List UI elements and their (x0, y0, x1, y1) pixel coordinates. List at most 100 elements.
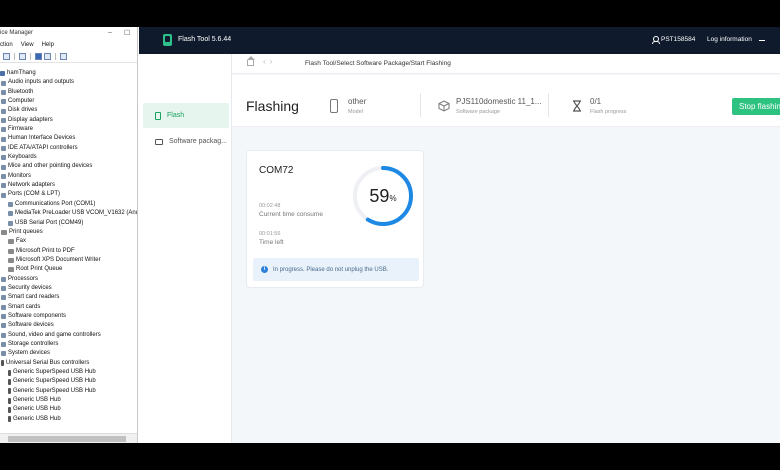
tree-node-label: Universal Serial Bus controllers (6, 359, 90, 366)
tree-node[interactable]: Generic USB Hub (0, 415, 137, 424)
tree-node[interactable]: Human Interface Devices (0, 134, 137, 143)
back-forward-arrows[interactable]: ‹› (263, 57, 276, 66)
home-icon[interactable] (247, 56, 255, 66)
tree-node-label: Ports (COM & LPT) (8, 191, 61, 198)
time-consumed-value: 00:02:48 (259, 203, 281, 209)
log-information-link[interactable]: Log information (707, 36, 752, 43)
tree-node[interactable]: Display adapters (0, 116, 137, 125)
tree-node[interactable]: Bluetooth (0, 88, 137, 97)
tree-node[interactable]: System devices (0, 349, 137, 358)
tree-node[interactable]: Microsoft XPS Document Writer (0, 256, 137, 265)
tree-node[interactable]: Sound, video and game controllers (0, 331, 137, 340)
tree-node-label: Generic USB Hub (13, 406, 61, 413)
sidebar-item-software-package[interactable]: Software packag... (143, 129, 229, 154)
tree-node-label: Generic SuperSpeed USB Hub (13, 378, 96, 385)
tree-node[interactable]: Firmware (0, 125, 137, 134)
tree-node[interactable]: Network adapters (0, 181, 137, 190)
printer-icon (1, 230, 7, 236)
menu-help[interactable]: Help (42, 42, 54, 48)
tree-node[interactable]: Smart cards (0, 303, 137, 312)
breadcrumb-bar: ‹› Flash Tool/Select Software Package/St… (232, 54, 780, 74)
tree-node[interactable]: Microsoft Print to PDF (0, 247, 137, 256)
tree-node[interactable]: Generic USB Hub (0, 396, 137, 405)
printer-icon (8, 239, 14, 245)
usb-icon (8, 397, 11, 404)
tree-node[interactable]: hamThang (0, 69, 137, 78)
tree-node[interactable]: Generic SuperSpeed USB Hub (0, 368, 137, 377)
user-account[interactable]: PST158584 (652, 36, 695, 44)
tree-node[interactable]: IDE ATA/ATAPI controllers (0, 144, 137, 153)
tree-node[interactable]: Communications Port (COM1) (0, 200, 137, 209)
app-title: Flash Tool 5.6.44 (178, 36, 232, 43)
tree-node[interactable]: Print queues (0, 228, 137, 237)
progress-unit: % (389, 194, 397, 203)
tree-node[interactable]: Universal Serial Bus controllers (0, 359, 137, 368)
tree-node[interactable]: Monitors (0, 172, 137, 181)
tree-node[interactable]: Storage controllers (0, 340, 137, 349)
tree-node[interactable]: Mice and other pointing devices (0, 162, 137, 171)
tree-node[interactable]: Smart card readers (0, 293, 137, 302)
port-name: COM72 (259, 165, 294, 176)
device-manager-title: ice Manager (0, 30, 34, 36)
stop-flashing-button[interactable]: Stop flashing (732, 98, 780, 115)
tree-node[interactable]: USB Serial Port (COM49) (0, 219, 137, 228)
tree-node[interactable]: Computer (0, 97, 137, 106)
maximize-button[interactable]: ☐ (124, 29, 130, 37)
software-package-value: PJS110domestic 11_1... (456, 97, 542, 106)
monitor-icon (1, 173, 6, 179)
tree-node-label: Processors (8, 275, 39, 282)
window-minimize-icon[interactable] (759, 40, 765, 41)
device-tree: hamThang Audio inputs and outputs Bluetoot… (0, 69, 137, 431)
processor-icon (1, 276, 6, 282)
help-icon[interactable] (35, 53, 42, 60)
tree-node[interactable]: Security devices (0, 284, 137, 293)
phone-icon (330, 99, 338, 113)
tree-node[interactable]: Fax (0, 237, 137, 246)
tree-node-label: Network adapters (8, 182, 56, 189)
menu-action[interactable]: ction (0, 42, 13, 48)
tree-node-label: Firmware (8, 126, 33, 133)
toolbar-divider (14, 53, 15, 60)
minimize-button[interactable]: – (108, 29, 112, 36)
scan-hardware-icon[interactable] (60, 53, 67, 60)
device-manager-toolbar (0, 51, 137, 63)
scrollbar-thumb[interactable] (8, 436, 126, 442)
progress-percent: 59% (351, 164, 415, 228)
tree-node-label: Display adapters (8, 116, 53, 123)
tree-node-label: Mice and other pointing devices (8, 163, 93, 170)
tree-node[interactable]: Software devices (0, 321, 137, 330)
tree-node-label: Print queues (9, 228, 43, 235)
tree-node[interactable]: Audio inputs and outputs (0, 78, 137, 87)
tree-node-label: Audio inputs and outputs (8, 79, 75, 86)
tree-node-label: Smart cards (8, 303, 41, 310)
user-icon (652, 36, 660, 44)
usb-icon (8, 388, 11, 395)
tree-node[interactable]: Processors (0, 275, 137, 284)
tree-node[interactable]: Generic USB Hub (0, 405, 137, 414)
system-icon (1, 351, 6, 357)
sidebar-item-flash[interactable]: Flash (143, 103, 229, 128)
tree-node[interactable]: MediaTek PreLoader USB VCOM_V1632 (And (0, 209, 137, 218)
tree-node[interactable]: Root Print Queue (0, 265, 137, 274)
usb-icon (8, 407, 11, 414)
flash-progress-value: 0/1 (590, 97, 602, 106)
tree-node[interactable]: Ports (COM & LPT) (0, 190, 137, 199)
flash-progress-label: Flash progress (590, 109, 627, 115)
tree-node[interactable]: Software components (0, 312, 137, 321)
menu-view[interactable]: View (21, 42, 34, 48)
tree-node[interactable]: Disk drives (0, 106, 137, 115)
details-icon[interactable] (44, 53, 51, 60)
computer-icon (0, 71, 5, 77)
tree-node-label: System devices (8, 350, 51, 357)
properties-icon[interactable] (3, 53, 10, 60)
toolbar-divider (55, 53, 56, 60)
tree-node[interactable]: Generic SuperSpeed USB Hub (0, 387, 137, 396)
tree-node-label: Storage controllers (8, 340, 59, 347)
bluetooth-icon (1, 89, 6, 95)
usb-icon (8, 369, 11, 376)
horizontal-scrollbar[interactable] (0, 433, 137, 443)
breadcrumb: Flash Tool/Select Software Package/Start… (305, 60, 451, 67)
tree-node[interactable]: Keyboards (0, 153, 137, 162)
tree-node[interactable]: Generic SuperSpeed USB Hub (0, 377, 137, 386)
view-icon[interactable] (19, 53, 26, 60)
